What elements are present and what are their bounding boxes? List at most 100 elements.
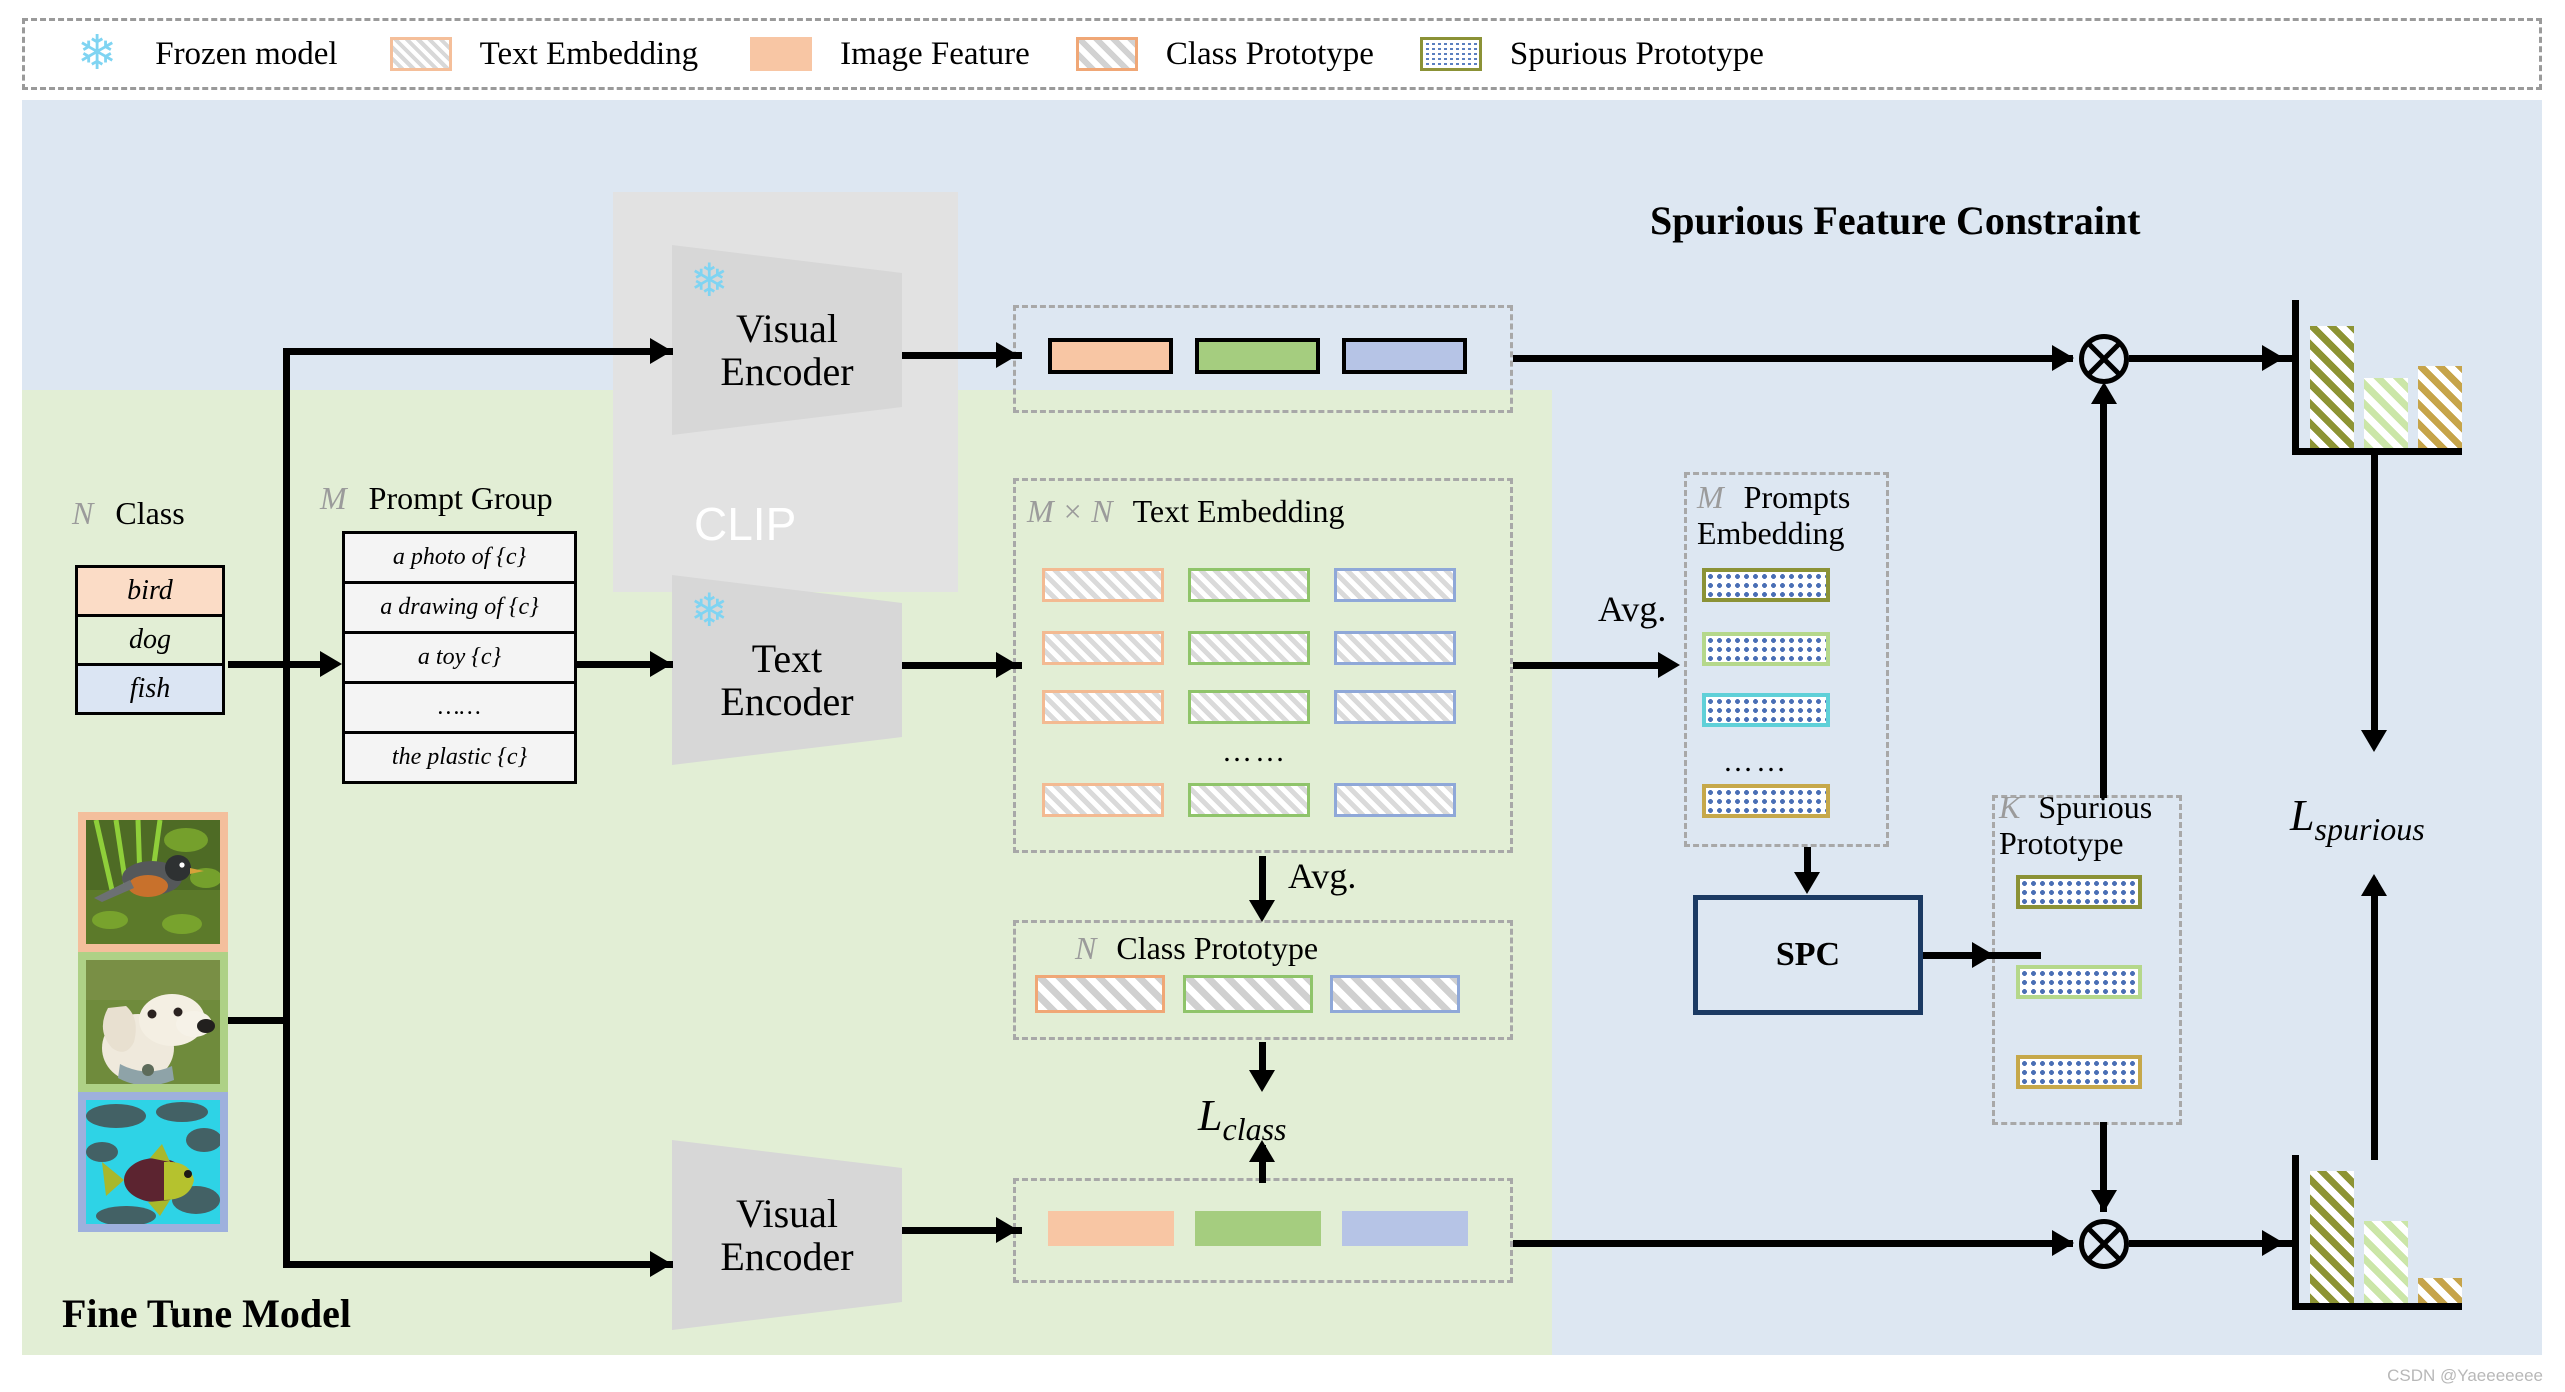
fish-photo-content — [86, 1100, 222, 1226]
legend-label: Class Prototype — [1165, 35, 1374, 72]
text-embedding-cell — [1188, 568, 1310, 602]
class-list: bird dog fish — [75, 565, 225, 725]
text-embedding-cell — [1334, 783, 1456, 817]
text-embedding-cell — [1042, 690, 1164, 724]
connector — [1513, 355, 2073, 362]
clip-label: CLIP — [694, 498, 797, 550]
text-embedding-symbol: M × N — [1027, 493, 1113, 529]
arrow — [650, 651, 672, 677]
class-item-bird[interactable]: bird — [75, 565, 225, 617]
visual-encoder-top-label: Visual Encoder — [720, 305, 854, 394]
bird-photo-content — [86, 819, 222, 944]
text-embedding-cell — [1042, 631, 1164, 665]
class-item-dog[interactable]: dog — [75, 614, 225, 666]
chart-bar — [2418, 366, 2462, 448]
bottom-right-similarity-histogram — [2292, 1155, 2462, 1310]
prompt-item-ellipsis: …… — [342, 681, 577, 734]
snowflake-icon: ❄ — [690, 255, 729, 306]
dog-photo-content — [86, 960, 220, 1086]
bird-photo — [78, 812, 228, 952]
connector — [2100, 388, 2107, 764]
prompt-item[interactable]: the plastic {c} — [342, 731, 577, 784]
image-feature-bar — [1195, 338, 1320, 374]
connector — [2371, 455, 2378, 745]
snowflake-icon: ❄ — [77, 27, 118, 80]
spc-label: SPC — [1775, 936, 1841, 973]
arrow — [2091, 382, 2117, 404]
arrow — [996, 342, 1018, 368]
connector — [283, 1261, 673, 1268]
arrow — [2361, 874, 2387, 896]
prompts-embedding-bar — [1702, 784, 1830, 818]
arrow — [1249, 1070, 1275, 1092]
connector — [2371, 880, 2378, 1160]
prompts-embedding-ellipsis: …… — [1723, 745, 1789, 778]
class-prototype-bar — [1183, 975, 1313, 1013]
arrow — [1794, 872, 1820, 894]
image-feature-bar — [1048, 1211, 1174, 1246]
spurious-prototype-header: K Spurious Prototype — [1999, 789, 2153, 861]
chart-bar — [2364, 378, 2408, 448]
arrow — [2091, 1190, 2117, 1212]
prompt-item[interactable]: a photo of {c} — [342, 531, 577, 584]
loss-spurious-label: Lspurious — [2290, 791, 2425, 847]
chart-bar — [2310, 326, 2354, 448]
chart-bar — [2310, 1171, 2354, 1303]
multiply-operator-top — [2079, 334, 2129, 384]
prompts-embedding-bar — [1702, 568, 1830, 602]
arrow — [320, 651, 342, 677]
arrow — [1249, 1140, 1275, 1162]
image-feature-bar — [1342, 1211, 1468, 1246]
text-embedding-swatch — [389, 37, 452, 71]
text-embedding-cell — [1188, 783, 1310, 817]
top-right-similarity-histogram — [2292, 300, 2462, 455]
prompts-embedding-symbol: M — [1697, 479, 1724, 515]
arrow — [2262, 1230, 2284, 1256]
multiply-operator-bottom — [2079, 1219, 2129, 1269]
text-embedding-cell — [1188, 631, 1310, 665]
text-embedding-ellipsis: …… — [1222, 735, 1288, 768]
chart-bar — [2364, 1221, 2408, 1303]
arrow — [1658, 652, 1680, 678]
snowflake-icon: ❄ — [690, 585, 729, 636]
text-embedding-cell — [1334, 690, 1456, 724]
spurious-prototype-bar — [2016, 1055, 2142, 1089]
prompt-item[interactable]: a drawing of {c} — [342, 581, 577, 634]
arrow — [650, 338, 672, 364]
class-prototype-bar — [1330, 975, 1460, 1013]
image-feature-bar — [1342, 338, 1467, 374]
prompts-embedding-bar — [1702, 693, 1830, 727]
legend-item-frozen-model: ❄ Frozen model — [77, 30, 338, 78]
legend-label: Frozen model — [155, 35, 338, 72]
legend-item-spurious-prototype: Spurious Prototype — [1419, 35, 1764, 73]
class-box-header: N Class — [72, 495, 185, 531]
chart-bar — [2418, 1278, 2462, 1303]
legend-item-text-embedding: Text Embedding — [389, 36, 698, 73]
class-prototype-symbol: N — [1075, 930, 1097, 966]
text-encoder-label: Text Encoder — [720, 635, 854, 724]
connector — [228, 1017, 290, 1024]
legend-item-class-prototype: Class Prototype — [1075, 35, 1374, 73]
prompt-item[interactable]: a toy {c} — [342, 631, 577, 684]
arrow — [650, 1251, 672, 1277]
arrow — [2361, 730, 2387, 752]
class-prototype-swatch — [1075, 37, 1138, 71]
text-embedding-header: M × N Text Embedding — [1027, 493, 1345, 529]
connector — [228, 661, 324, 668]
prompts-embedding-header: M Prompts Embedding — [1697, 479, 1851, 551]
arrow — [2052, 1230, 2074, 1256]
arrow — [1972, 942, 1994, 968]
avg-label-prompts: Avg. — [1598, 589, 1667, 629]
spc-module[interactable]: SPC — [1693, 895, 1923, 1015]
legend-label: Image Feature — [840, 35, 1030, 72]
class-item-fish[interactable]: fish — [75, 663, 225, 715]
prompt-group-list: a photo of {c} a drawing of {c} a toy {c… — [342, 531, 577, 796]
connector — [283, 348, 673, 355]
watermark: CSDN @Yaeeeeeee — [2387, 1366, 2543, 1385]
spurious-prototype-symbol: K — [1999, 789, 2021, 825]
fine-tune-region-title: Fine Tune Model — [62, 1291, 351, 1336]
prompts-embedding-bar — [1702, 632, 1830, 666]
legend-label: Spurious Prototype — [1509, 35, 1764, 72]
arrow — [2052, 345, 2074, 371]
image-feature-swatch — [750, 37, 813, 71]
